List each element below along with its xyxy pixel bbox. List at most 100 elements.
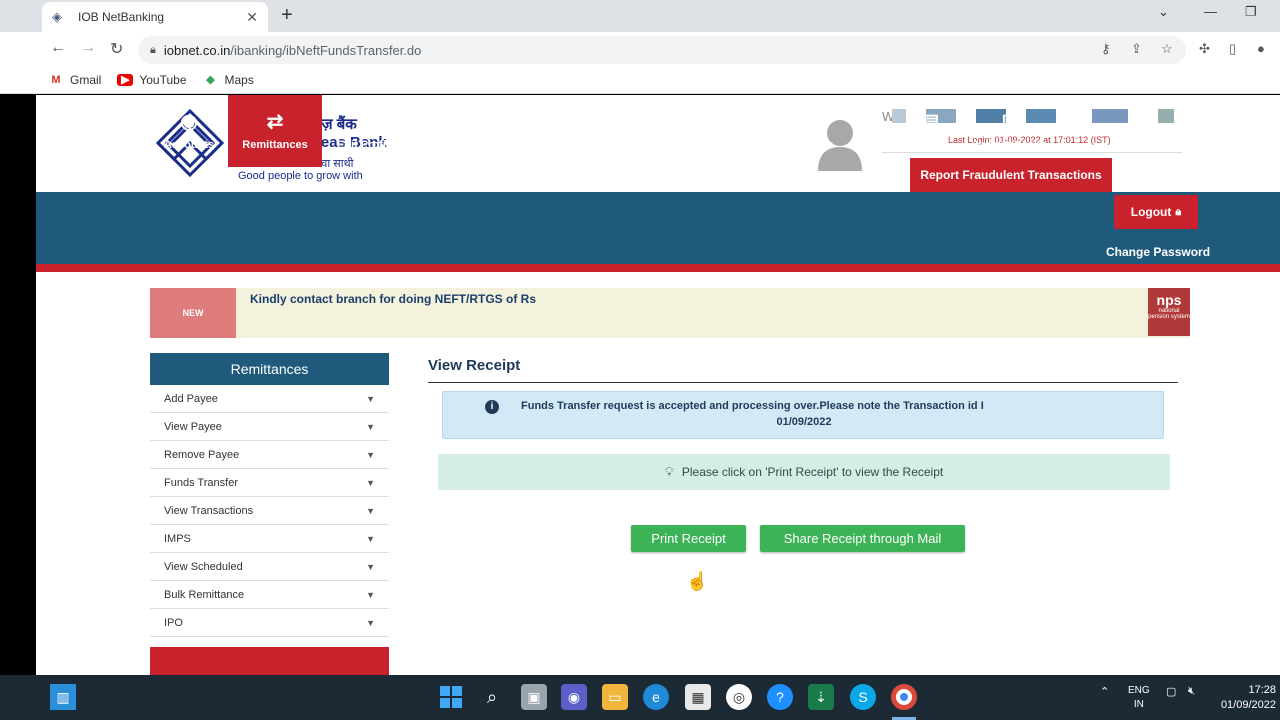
reload-icon[interactable]: ↻ xyxy=(110,39,123,59)
chevron-down-icon: ▼ xyxy=(366,393,375,404)
sidebar-item-view-payee[interactable]: View Payee ▼ xyxy=(150,413,389,441)
file-explorer-icon[interactable]: ▭ xyxy=(602,684,628,710)
teams-chat-icon[interactable]: ◉ xyxy=(561,684,587,710)
download-app-icon[interactable]: ⇣ xyxy=(808,684,834,710)
sidebar-item-remove-payee[interactable]: Remove Payee ▼ xyxy=(150,441,389,469)
edge-browser-icon[interactable]: e xyxy=(643,684,669,710)
key-icon[interactable]: ⚷ xyxy=(1101,41,1111,57)
nav-label: IOB Cards xyxy=(623,139,677,151)
info-date: 01/09/2022 xyxy=(776,416,832,428)
redacted-name xyxy=(892,109,906,123)
nav-instant-loans[interactable]: ▣ Instant Loans xyxy=(972,95,1050,167)
logout-label: Logout xyxy=(1130,205,1172,219)
nav-offers[interactable]: ▤ Offers xyxy=(910,95,950,167)
sidebar-item-funds-transfer[interactable]: Funds Transfer ▼ xyxy=(150,469,389,497)
windows-taskbar: ▥ ⌕ ▣ ◉ ▭ e ▦ ◎ ? ⇣ S ⌃ ENG IN ▢ 🔇︎ 17:28… xyxy=(0,675,1280,720)
nav-tax-payments[interactable]: ▤ Tax Payments xyxy=(518,95,600,167)
sidebar-item-imps[interactable]: IMPS ▼ xyxy=(150,525,389,553)
money-icon: ▦ xyxy=(759,111,779,133)
nav-bill-payments[interactable]: ♟◷ Bill Payments xyxy=(418,95,498,167)
chevron-down-icon: ▼ xyxy=(366,477,375,488)
tray-chevron-icon[interactable]: ⌃ xyxy=(1100,685,1109,698)
url-host: iobnet.co.in xyxy=(163,42,231,58)
announcement-marquee: NEW Kindly contact branch for doing NEFT… xyxy=(150,288,1190,338)
lang-bottom: IN xyxy=(1133,699,1144,710)
tab-close-icon[interactable]: ✕ xyxy=(246,9,258,26)
sidebar-item-label: Bulk Remittance xyxy=(164,588,245,601)
minimize-icon[interactable]: — xyxy=(1204,4,1217,19)
chevron-down-icon: ▼ xyxy=(366,561,375,572)
nav-ipo[interactable]: ▥ IPO xyxy=(854,95,890,167)
extensions-icon[interactable]: ✣ xyxy=(1199,41,1210,57)
search-icon[interactable]: ⌕ xyxy=(479,684,505,710)
system-clock[interactable]: 17:28 01/09/2022 xyxy=(1216,683,1276,713)
logout-button[interactable]: Logout 🔒︎ xyxy=(1114,195,1198,229)
sidebar-item-view-transactions[interactable]: View Transactions ▼ xyxy=(150,497,389,525)
sidebar-item-add-payee[interactable]: Add Payee ▼ xyxy=(150,385,389,413)
address-bar[interactable]: 🔒︎ iobnet.co.in/ibanking/ibNeftFundsTran… xyxy=(138,36,1186,64)
info-alert: i Funds Transfer request is accepted and… xyxy=(442,391,1164,439)
sidebar-item-view-scheduled[interactable]: View Scheduled ▼ xyxy=(150,553,389,581)
back-icon[interactable]: ← xyxy=(50,39,66,57)
tab-search-icon[interactable]: ⌄ xyxy=(1158,4,1169,20)
bookmark-gmail[interactable]: M Gmail xyxy=(48,73,101,87)
chevron-down-icon: ▼ xyxy=(366,589,375,600)
forward-icon[interactable]: → xyxy=(80,39,96,57)
store-icon[interactable]: ▦ xyxy=(685,684,711,710)
marquee-text[interactable]: Kindly contact branch for doing NEFT/RTG… xyxy=(250,292,536,306)
receipt-icon: ▤ xyxy=(549,111,569,133)
id-card-icon: ▣ xyxy=(1001,111,1021,133)
nav-red-stripe xyxy=(36,264,1280,272)
profile-icon[interactable]: ● xyxy=(1257,41,1265,56)
chrome-icon[interactable] xyxy=(891,684,917,710)
help-icon[interactable]: ? xyxy=(767,684,793,710)
sidebar-item-bulk-remittance[interactable]: Bulk Remittance ▼ xyxy=(150,581,389,609)
building-icon: ▥ xyxy=(862,111,882,133)
clock-date: 01/09/2022 xyxy=(1220,699,1276,711)
change-password-link[interactable]: Change Password xyxy=(1106,245,1210,259)
network-icon[interactable]: ▢ xyxy=(1166,685,1176,698)
clock-time: 17:28 xyxy=(1248,684,1276,696)
receipt-hint-alert: 💡︎ Please click on 'Print Receipt' to vi… xyxy=(438,454,1170,490)
nav-utility-payment-receipts[interactable]: ▦ Utility Payment Receipts xyxy=(704,95,834,167)
redacted-name xyxy=(1158,109,1174,123)
left-dark-edge xyxy=(0,95,36,675)
new-badge: NEW xyxy=(150,288,236,338)
id-card-icon: ▣ xyxy=(640,111,660,133)
browser-tab[interactable]: ◈ IOB NetBanking ✕ xyxy=(42,2,268,32)
side-panel-icon[interactable]: ▯ xyxy=(1229,41,1236,57)
page-title: View Receipt xyxy=(428,357,521,374)
share-icon[interactable]: ⇪ xyxy=(1131,41,1142,57)
nav-remittances[interactable]: ⇄ Remittances xyxy=(228,95,322,167)
new-tab-icon[interactable]: + xyxy=(281,4,293,27)
app-circle-icon[interactable]: ◎ xyxy=(726,684,752,710)
bookmark-label: Maps xyxy=(224,72,254,87)
widgets-icon[interactable]: ▥ xyxy=(50,684,76,710)
transfer-arrows-icon: ⇄ xyxy=(266,111,284,133)
chevron-down-icon: ▼ xyxy=(366,421,375,432)
volume-muted-icon[interactable]: 🔇︎ xyxy=(1188,685,1195,698)
restore-icon[interactable]: ❐ xyxy=(1245,4,1257,20)
bookmark-youtube[interactable]: ▶ YouTube xyxy=(117,73,187,87)
start-windows-icon[interactable] xyxy=(438,684,464,710)
sidebar-title: Remittances xyxy=(150,353,389,385)
nps-logo[interactable]: nps national pension system xyxy=(1148,288,1190,336)
nav-edit-profile[interactable]: ♟ Edit Profile xyxy=(330,95,402,167)
gmail-icon: M xyxy=(51,73,61,86)
task-view-icon[interactable]: ▣ xyxy=(521,684,547,710)
bookmark-label: Gmail xyxy=(70,72,102,87)
nav-label: Accounts xyxy=(163,139,215,151)
nav-label: IPO xyxy=(862,139,882,151)
star-icon[interactable]: ☆ xyxy=(1161,41,1173,57)
browser-tab-bar: ◈ IOB NetBanking ✕ + ⌄ — ❐ xyxy=(0,0,1280,32)
sidebar-item-ipo[interactable]: IPO ▼ xyxy=(150,609,389,637)
bookmark-maps[interactable]: ◆ Maps xyxy=(203,73,254,87)
skype-icon[interactable]: S xyxy=(850,684,876,710)
print-receipt-button[interactable]: Print Receipt xyxy=(631,525,746,552)
language-indicator[interactable]: ENG IN xyxy=(1128,684,1150,712)
nav-iob-cards[interactable]: ▣ IOB Cards xyxy=(620,95,680,167)
nav-accounts[interactable]: ◉ Accounts xyxy=(154,95,224,167)
share-receipt-mail-button[interactable]: Share Receipt through Mail xyxy=(760,525,965,552)
main-nav xyxy=(36,192,1280,264)
lightbulb-icon: 💡︎ xyxy=(664,464,674,479)
